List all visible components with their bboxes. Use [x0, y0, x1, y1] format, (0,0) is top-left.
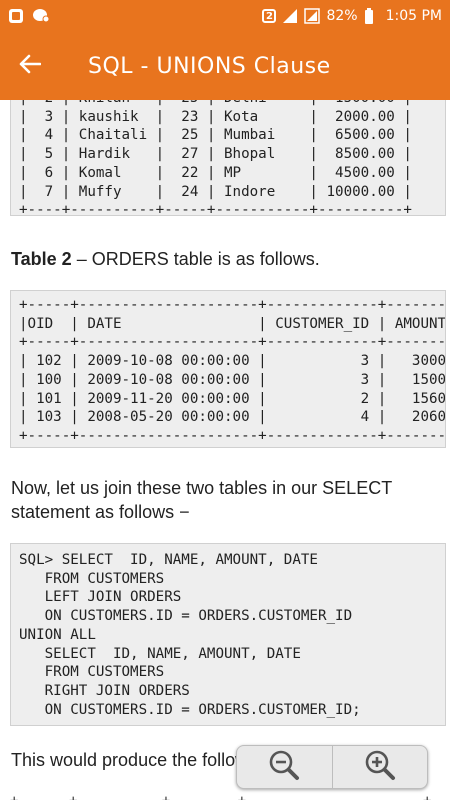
- table2-caption: Table 2 – ORDERS table is as follows.: [11, 247, 441, 271]
- back-arrow-icon: [19, 54, 42, 79]
- sql-query-block: SQL> SELECT ID, NAME, AMOUNT, DATE FROM …: [10, 543, 446, 726]
- app-bar: SQL - UNIONS Clause: [0, 32, 450, 100]
- chat-icon: [32, 8, 50, 24]
- orders-table-block: +-----+---------------------+-----------…: [10, 290, 446, 448]
- zoom-out-button[interactable]: [237, 746, 332, 788]
- join-intro-text: Now, let us join these two tables in our…: [11, 478, 392, 522]
- page-title: SQL - UNIONS Clause: [88, 53, 331, 79]
- orders-table: +-----+---------------------+-----------…: [19, 297, 445, 444]
- sql-query: SQL> SELECT ID, NAME, AMOUNT, DATE FROM …: [19, 552, 361, 718]
- sim-badge: 2: [262, 9, 277, 23]
- table2-caption-text: – ORDERS table is as follows.: [71, 249, 320, 269]
- signal-icon: [304, 8, 321, 24]
- battery-percent: 82%: [326, 8, 358, 24]
- customers-table-block: | 2 | Khilan | 25 | Delhi | 1500.00 | | …: [10, 100, 446, 216]
- article-content[interactable]: | 2 | Khilan | 25 | Delhi | 1500.00 | | …: [0, 100, 450, 800]
- status-bar: 2 82% 1:05 PM: [0, 0, 450, 32]
- battery-icon: [364, 8, 380, 24]
- signal-icon: [282, 8, 298, 24]
- zoom-in-button[interactable]: [331, 746, 428, 788]
- zoom-controls: [236, 745, 428, 789]
- zoom-out-icon: [267, 748, 301, 787]
- result-table-top-rule: +------+----------+--------+------------…: [10, 793, 446, 800]
- customers-table: | 2 | Khilan | 25 | Delhi | 1500.00 | | …: [19, 100, 412, 216]
- back-button[interactable]: [0, 32, 60, 100]
- table2-caption-bold: Table 2: [11, 249, 72, 269]
- clock: 1:05 PM: [385, 8, 442, 24]
- zoom-in-icon: [363, 748, 397, 787]
- notification-icon: [8, 8, 24, 24]
